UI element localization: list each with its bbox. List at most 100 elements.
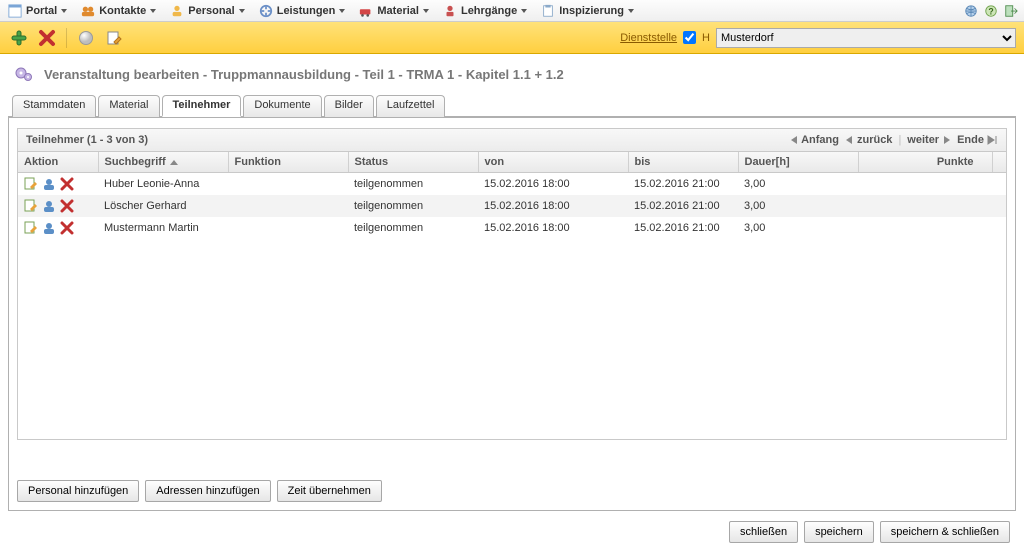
participants-header: Teilnehmer (1 - 3 von 3) Anfang zurück |… [18,129,1006,152]
save-button[interactable]: speichern [804,521,874,543]
col-punkte[interactable]: Punkte [858,152,992,173]
toolbar-separator [66,28,67,48]
svg-text:?: ? [988,6,993,16]
menu-lehrgaenge[interactable]: Lehrgänge [441,2,529,20]
cell-dauer: 3,00 [738,173,858,196]
dienststelle-link[interactable]: Dienststelle [620,32,677,44]
delete-icon[interactable] [60,221,74,235]
col-status[interactable]: Status [348,152,478,173]
table-row[interactable]: Löscher Gerhard teilgenommen15.02.2016 18… [18,195,1006,217]
cell-funktion [228,217,348,239]
col-label: Suchbegriff [105,156,166,168]
delete-icon[interactable] [60,177,74,191]
menu-kontakte[interactable]: Kontakte [79,2,158,20]
dienststelle-checkbox[interactable] [683,31,696,44]
delete-button[interactable] [36,27,58,49]
menu-label: Lehrgänge [461,5,517,17]
main-menubar: Portal Kontakte Personal Leistungen Mate… [0,0,1024,22]
menu-label: Personal [188,5,234,17]
participants-title: Teilnehmer (1 - 3 von 3) [26,134,148,146]
delete-icon[interactable] [60,199,74,213]
table-row[interactable]: Huber Leonie-Anna teilgenommen 15.02.2016 … [18,173,1006,196]
grid-empty-space [18,239,1006,439]
h-label: H [702,32,710,44]
menu-personal[interactable]: Personal [168,2,246,20]
edit-icon[interactable] [24,221,38,235]
toolbar-right: Dienststelle H Musterdorf [620,28,1016,48]
footer: schließen speichern speichern & schließe… [0,511,1024,555]
sort-asc-icon [170,160,178,165]
cell-von: 15.02.2016 18:00 [478,195,628,217]
save-close-button[interactable]: speichern & schließen [880,521,1010,543]
col-bis[interactable]: bis [628,152,738,173]
tab-stammdaten[interactable]: Stammdaten [12,95,96,117]
dienststelle-select[interactable]: Musterdorf [716,28,1016,48]
next-icon [941,134,953,146]
help-icon[interactable]: ? [984,4,998,18]
menu-portal[interactable]: Portal [6,2,69,20]
zeit-uebernehmen-button[interactable]: Zeit übernehmen [277,480,382,502]
caret-icon [150,9,156,13]
menu-label: Portal [26,5,57,17]
edit-button[interactable] [103,27,125,49]
add-button[interactable] [8,27,30,49]
cell-name: Mustermann Martin [98,217,228,239]
gears-icon [14,64,34,84]
x-icon [38,29,56,47]
pager: Anfang zurück | weiter Ende [787,134,998,146]
col-funktion[interactable]: Funktion [228,152,348,173]
pager-first[interactable]: Anfang [787,134,839,146]
col-aktion[interactable]: Aktion [18,152,98,173]
cell-dauer: 3,00 [738,217,858,239]
col-von[interactable]: von [478,152,628,173]
exit-icon[interactable] [1004,4,1018,18]
table-row[interactable]: Mustermann Martinteilgenommen15.02.2016 … [18,217,1006,239]
caret-icon [423,9,429,13]
training-icon [443,4,457,18]
caret-icon [339,9,345,13]
cell-bis: 15.02.2016 21:00 [628,195,738,217]
table-header-row: Aktion Suchbegriff Funktion Status von b… [18,152,1006,173]
add-personal-button[interactable]: Personal hinzufügen [17,480,139,502]
tab-laufzettel[interactable]: Laufzettel [376,95,446,117]
pager-last[interactable]: Ende [957,134,998,146]
cell-status: teilgenommen [348,173,478,196]
first-icon [787,134,799,146]
prev-icon [843,134,855,146]
user-icon[interactable] [42,177,56,191]
menu-material[interactable]: Material [357,2,431,20]
sphere-button[interactable] [75,27,97,49]
content-panel: Teilnehmer (1 - 3 von 3) Anfang zurück |… [8,118,1016,511]
row-actions [24,199,92,213]
close-button[interactable]: schließen [729,521,798,543]
clipboard-icon [541,4,555,18]
col-suchbegriff[interactable]: Suchbegriff [98,152,228,173]
edit-icon[interactable] [24,199,38,213]
pager-label: Ende [957,134,984,146]
cell-von: 15.02.2016 18:00 [478,217,628,239]
portal-icon [8,4,22,18]
cell-bis: 15.02.2016 21:00 [628,173,738,196]
panel-actions: Personal hinzufügen Adressen hinzufügen … [17,480,1007,502]
tab-material[interactable]: Material [98,95,159,117]
menu-inspizierung[interactable]: Inspizierung [539,2,636,20]
pager-next[interactable]: weiter [907,134,953,146]
menu-leistungen[interactable]: Leistungen [257,2,348,20]
cell-punkte [858,173,992,196]
cell-name: Huber Leonie-Anna [98,173,228,196]
col-dauer[interactable]: Dauer[h] [738,152,858,173]
user-icon[interactable] [42,221,56,235]
add-adressen-button[interactable]: Adressen hinzufügen [145,480,270,502]
cell-status: teilgenommen [348,195,478,217]
globe-icon[interactable] [964,4,978,18]
tab-teilnehmer[interactable]: Teilnehmer [162,95,242,117]
edit-icon[interactable] [24,177,38,191]
tab-bilder[interactable]: Bilder [324,95,374,117]
sphere-icon [78,30,94,46]
cell-name: Löscher Gerhard [98,195,228,217]
menu-label: Leistungen [277,5,336,17]
tabstrip: Stammdaten Material Teilnehmer Dokumente… [8,94,1016,118]
user-icon[interactable] [42,199,56,213]
tab-dokumente[interactable]: Dokumente [243,95,321,117]
pager-prev[interactable]: zurück [843,134,892,146]
